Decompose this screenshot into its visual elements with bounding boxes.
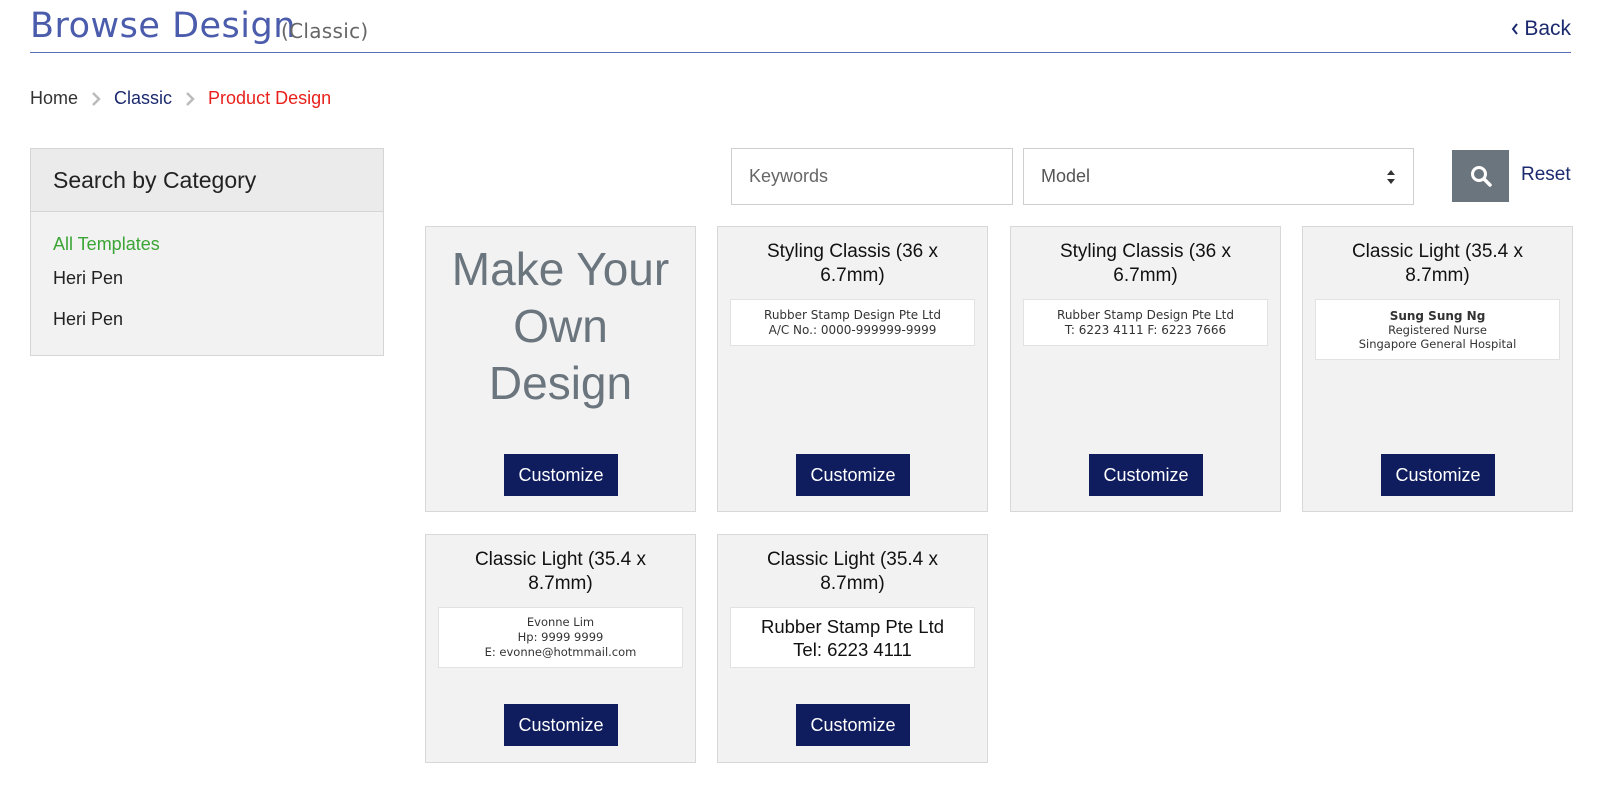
product-title-line: Classic Light (35.4 x [1351,241,1524,262]
product-card: Classic Light (35.4 x 8.7mm) Rubber Stam… [717,534,988,763]
preview-line: Rubber Stamp Pte Ltd [760,615,945,637]
preview-line: E: evonne@hotmmail.com [484,645,637,659]
page-header: Browse Design (Classic) Back [30,0,1571,53]
product-title-line: Classic Light (35.4 x [766,549,939,570]
category-item-heri-pen[interactable]: Heri Pen [53,268,383,309]
product-card: Styling Classis (36 x 6.7mm) Rubber Stam… [717,226,988,512]
product-card: Classic Light (35.4 x 8.7mm) Sung Sung N… [1302,226,1573,512]
preview-line: Rubber Stamp Design Pte Ltd [764,307,941,322]
product-title: Styling Classis (36 x 6.7mm) [1011,240,1280,288]
search-button[interactable] [1452,150,1509,202]
preview-line: Tel: 6223 4111 [793,638,912,660]
chevron-left-icon [1512,23,1519,35]
page-subtitle: (Classic) [281,19,369,43]
product-title-line: 6.7mm) [820,265,885,286]
sort-arrows-icon [1387,169,1395,184]
preview-line: Evonne Lim [526,615,595,629]
category-sidebar: Search by Category All Templates Heri Pe… [30,148,384,356]
preview-line: Registered Nurse [1388,322,1487,337]
product-title: Classic Light (35.4 x 8.7mm) [718,548,987,596]
stamp-preview: Evonne Lim Hp: 9999 9999 E: evonne@hotmm… [438,607,683,668]
make-own-line: Make Your [451,243,670,295]
customize-button[interactable]: Customize [796,704,910,746]
page-title: Browse Design [30,6,296,46]
customize-button[interactable]: Customize [1089,454,1203,496]
stamp-preview: Rubber Stamp Design Pte Ltd T: 6223 4111… [1023,299,1268,346]
customize-button[interactable]: Customize [504,454,618,496]
preview-line: T: 6223 4111 F: 6223 7666 [1064,322,1227,337]
preview-line: Hp: 9999 9999 [517,630,604,644]
product-title-line: Styling Classis (36 x [1059,241,1232,262]
preview-line: Sung Sung Ng [1389,308,1486,323]
sidebar-heading: Search by Category [31,149,383,212]
make-own-heading: Make Your Own Design [426,241,695,412]
breadcrumb: Home Classic Product Design [30,88,331,109]
back-label: Back [1524,17,1571,40]
product-title-line: 8.7mm) [1405,265,1470,286]
product-title-line: Styling Classis (36 x [766,241,939,262]
product-title-line: 8.7mm) [820,573,885,594]
preview-line: Rubber Stamp Design Pte Ltd [1057,307,1234,322]
customize-button[interactable]: Customize [1381,454,1495,496]
product-title-line: 8.7mm) [528,573,593,594]
stamp-preview: Rubber Stamp Design Pte Ltd A/C No.: 000… [730,299,975,346]
keywords-input[interactable] [731,148,1013,205]
preview-line: Singapore General Hospital [1358,336,1517,351]
model-select-value: Model [1041,166,1091,186]
product-title-line: Classic Light (35.4 x [474,549,647,570]
product-card: Classic Light (35.4 x 8.7mm) Evonne Lim … [425,534,696,763]
product-title-line: 6.7mm) [1113,265,1178,286]
customize-button[interactable]: Customize [504,704,618,746]
stamp-preview: Rubber Stamp Pte Ltd Tel: 6223 4111 [730,607,975,668]
product-title: Classic Light (35.4 x 8.7mm) [1303,240,1572,288]
back-link[interactable]: Back [1510,17,1571,41]
make-own-line: Own [513,300,608,352]
breadcrumb-current: Product Design [208,88,332,108]
product-card: Styling Classis (36 x 6.7mm) Rubber Stam… [1010,226,1281,512]
model-select[interactable]: Model [1023,148,1414,205]
make-own-line: Design [488,357,633,409]
product-title: Styling Classis (36 x 6.7mm) [718,240,987,288]
search-icon [1470,166,1492,187]
reset-link[interactable]: Reset [1521,164,1571,186]
category-item-heri-pen-2[interactable]: Heri Pen [53,309,383,330]
category-item-all-templates[interactable]: All Templates [53,234,383,268]
chevron-right-icon [184,90,196,108]
chevron-right-icon [90,90,102,108]
product-title: Classic Light (35.4 x 8.7mm) [426,548,695,596]
stamp-preview: Sung Sung Ng Registered Nurse Singapore … [1315,299,1560,360]
breadcrumb-classic[interactable]: Classic [114,88,172,109]
customize-button[interactable]: Customize [796,454,910,496]
breadcrumb-home[interactable]: Home [30,88,78,109]
category-list: All Templates Heri Pen Heri Pen [31,212,383,330]
make-own-design-card: Make Your Own Design Customize [425,226,696,512]
preview-line: A/C No.: 0000-999999-9999 [768,322,937,337]
